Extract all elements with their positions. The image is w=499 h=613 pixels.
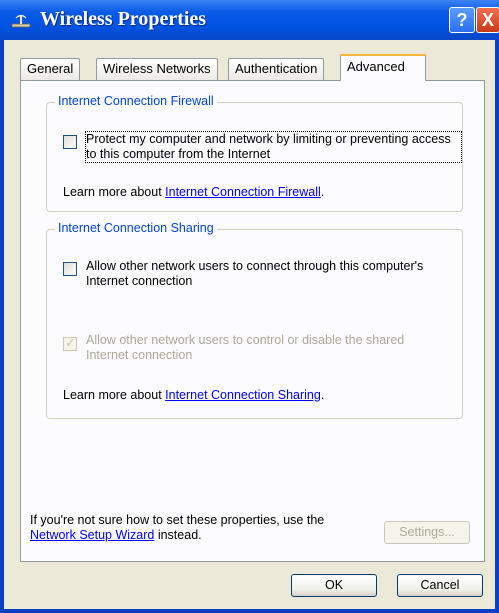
sharing-group-title: Internet Connection Sharing: [55, 221, 217, 235]
window-title: Wireless Properties: [40, 8, 207, 30]
sharing-learn-more: Learn more about Internet Connection Sha…: [63, 388, 324, 403]
help-icon: ?: [456, 10, 468, 30]
setup-hint: If you're not sure how to set these prop…: [30, 513, 370, 543]
sharing-help-link[interactable]: Internet Connection Sharing: [165, 388, 321, 402]
firewall-learn-more: Learn more about Internet Connection Fir…: [63, 185, 324, 200]
sharing-learn-prefix: Learn more about: [63, 388, 166, 402]
wireless-properties-dialog: Wireless Properties ? X General Wireless…: [0, 0, 499, 613]
ok-button[interactable]: OK: [291, 574, 377, 597]
close-icon: X: [481, 10, 494, 30]
firewall-learn-suffix: .: [320, 185, 325, 199]
wireless-network-icon: [11, 14, 31, 28]
allow-connect-checkbox[interactable]: [63, 262, 77, 276]
setup-hint-suffix: instead.: [154, 528, 202, 542]
close-button[interactable]: X: [476, 7, 499, 33]
firewall-learn-prefix: Learn more about: [63, 185, 166, 199]
protect-computer-checkbox[interactable]: [63, 135, 77, 149]
allow-connect-label[interactable]: Allow other network users to connect thr…: [86, 259, 446, 289]
settings-button[interactable]: Settings...: [384, 521, 470, 544]
checkmark-icon: ✓: [65, 335, 76, 350]
allow-control-checkbox[interactable]: ✓: [63, 335, 77, 351]
network-setup-wizard-link[interactable]: Network Setup Wizard: [30, 528, 154, 542]
advanced-tab-panel: Internet Connection Firewall Protect my …: [20, 80, 485, 562]
firewall-group-title: Internet Connection Firewall: [55, 94, 217, 108]
title-bar[interactable]: Wireless Properties ? X: [0, 0, 499, 40]
tab-general[interactable]: General: [20, 58, 81, 80]
cancel-button[interactable]: Cancel: [397, 574, 483, 597]
protect-computer-label[interactable]: Protect my computer and network by limit…: [85, 131, 462, 163]
firewall-help-link[interactable]: Internet Connection Firewall: [165, 185, 321, 199]
tab-advanced[interactable]: Advanced: [340, 54, 426, 81]
tab-wireless-networks[interactable]: Wireless Networks: [96, 58, 218, 80]
tab-authentication[interactable]: Authentication: [228, 58, 325, 80]
sharing-group: Internet Connection Sharing Allow other …: [46, 221, 463, 419]
sharing-learn-suffix: .: [320, 388, 325, 402]
setup-hint-prefix: If you're not sure how to set these prop…: [30, 513, 325, 527]
help-button[interactable]: ?: [449, 7, 475, 33]
allow-control-label[interactable]: Allow other network users to control or …: [86, 333, 446, 363]
firewall-group: Internet Connection Firewall Protect my …: [46, 94, 463, 212]
